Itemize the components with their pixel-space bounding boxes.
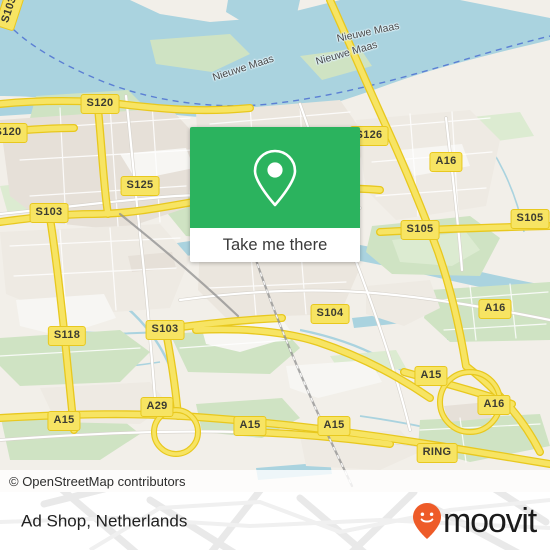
road-shield: A16 [477,395,511,415]
road-shield: S125 [120,176,160,196]
place-callout-card[interactable]: Take me there [190,127,360,262]
road-shield: S105 [400,220,440,240]
road-shield: RING [416,443,458,463]
road-shield: A16 [429,152,463,172]
road-shield: S103 [29,203,69,223]
moovit-place-card-screenshot: .w { fill:#aad3df; } .wl { stroke:#aad3d… [0,0,550,550]
place-title: Ad Shop, Netherlands [21,511,188,531]
road-shield: A15 [317,416,351,436]
road-shield: S104 [310,304,350,324]
road-shield: A16 [478,299,512,319]
take-me-there-label: Take me there [222,235,328,254]
moovit-logo[interactable]: moovit [412,502,537,540]
osm-attribution-text[interactable]: © OpenStreetMap contributors [0,475,186,488]
road-shield: A15 [233,416,267,436]
road-shield: A15 [414,366,448,386]
moovit-wordmark: moovit [443,502,537,540]
moovit-smiley-pin-icon [413,503,442,539]
footer-bar: Ad Shop, Netherlands moovit [0,492,550,550]
road-shield: S105 [510,209,550,229]
road-shield: S118 [47,326,87,346]
road-shield: S103 [145,320,185,340]
callout-pin-panel [190,127,360,228]
map-canvas[interactable]: .w { fill:#aad3df; } .wl { stroke:#aad3d… [0,0,550,492]
road-shield: S120 [0,123,28,143]
road-shield: S120 [80,94,120,114]
map-attribution-bar: © OpenStreetMap contributors [0,470,550,492]
map-pin-icon [253,149,297,206]
road-shield: A15 [47,411,81,431]
road-shield: A29 [140,397,174,417]
callout-action-bar[interactable]: Take me there [190,228,360,262]
